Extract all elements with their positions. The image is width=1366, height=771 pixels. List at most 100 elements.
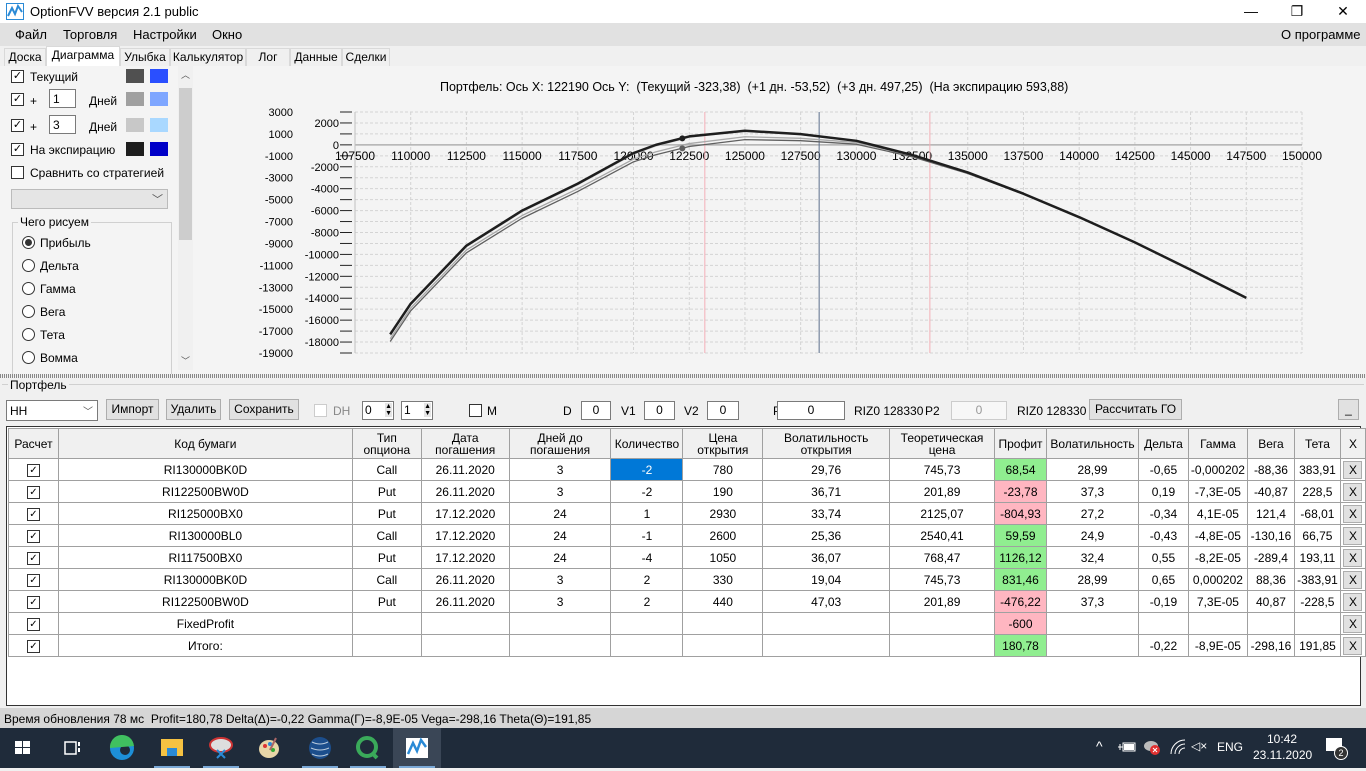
table-cell[interactable]: 40,87	[1246, 590, 1295, 613]
calc-checkbox[interactable]: ✓	[26, 639, 40, 653]
table-row[interactable]: ✓ RI130000BL0 Call 17.12.2020 24 -1 2600 25,36 2…	[8, 524, 1366, 547]
table-cell[interactable]: 17.12.2020	[420, 502, 510, 525]
table-cell[interactable]	[351, 634, 422, 657]
spinner-1[interactable]: 0 ▲ ▼	[362, 401, 394, 420]
spinner-2[interactable]: 1 ▲ ▼	[401, 401, 433, 420]
profit-cell[interactable]: 68,54	[994, 458, 1047, 481]
table-cell[interactable]: 3	[508, 590, 612, 613]
profit-cell[interactable]: 831,46	[994, 568, 1047, 591]
remove-row-cell[interactable]: X	[1339, 612, 1366, 635]
calc-checkbox-cell[interactable]: ✓	[8, 458, 59, 481]
table-row[interactable]: ✓ RI122500BW0D Put 26.11.2020 3 2 440 47,03 201,…	[8, 590, 1366, 613]
d-input[interactable]: 0	[581, 401, 611, 420]
table-cell[interactable]: FixedProfit	[57, 612, 353, 635]
table-cell[interactable]: 24	[508, 524, 612, 547]
table-cell[interactable]: 2540,41	[889, 524, 995, 547]
calc-checkbox[interactable]: ✓	[26, 507, 40, 521]
table-cell[interactable]: -0,34	[1137, 502, 1189, 525]
remove-row-cell[interactable]: X	[1339, 480, 1366, 503]
table-cell[interactable]: 33,74	[762, 502, 891, 525]
table-cell[interactable]: -1	[610, 524, 684, 547]
table-cell[interactable]	[889, 612, 995, 635]
table-cell[interactable]: 24	[508, 502, 612, 525]
table-cell[interactable]: -8,2E-05	[1187, 546, 1248, 569]
remove-row-cell[interactable]: X	[1339, 524, 1366, 547]
clock-time[interactable]: 10:42	[1267, 732, 1297, 746]
table-cell[interactable]: 3	[508, 480, 612, 503]
table-cell[interactable]	[351, 612, 422, 635]
table-cell[interactable]: 47,03	[762, 590, 891, 613]
table-cell[interactable]: 2	[610, 590, 684, 613]
table-cell[interactable]: 2	[610, 568, 684, 591]
table-cell[interactable]	[762, 634, 891, 657]
p1-input[interactable]: 0	[777, 401, 845, 420]
table-cell[interactable]: -4,8E-05	[1187, 524, 1248, 547]
table-row[interactable]: ✓ Итого: 180,78 -0,22 -8,9E-05 -298,16 191,85 X	[8, 634, 1366, 657]
remove-row-cell[interactable]: X	[1339, 458, 1366, 481]
table-cell[interactable]: 745,73	[889, 568, 995, 591]
table-cell[interactable]	[1246, 612, 1295, 635]
calc-checkbox-cell[interactable]: ✓	[8, 590, 59, 613]
table-cell[interactable]: Итого:	[57, 634, 353, 657]
calc-checkbox-cell[interactable]: ✓	[8, 524, 59, 547]
remove-row-cell[interactable]: X	[1339, 568, 1366, 591]
table-cell[interactable]: -68,01	[1293, 502, 1341, 525]
table-row[interactable]: ✓ RI117500BX0 Put 17.12.2020 24 -4 1050 36,07 76…	[8, 546, 1366, 569]
table-cell[interactable]: 88,36	[1246, 568, 1295, 591]
table-cell[interactable]: 66,75	[1293, 524, 1341, 547]
table-cell[interactable]: 25,36	[762, 524, 891, 547]
table-cell[interactable]: -40,87	[1246, 480, 1295, 503]
remove-row-cell[interactable]: X	[1339, 634, 1366, 657]
remove-row-button[interactable]: X	[1343, 460, 1363, 479]
profit-chart[interactable]: 107500 110000 112500 115000 117500 120000 1225…	[0, 0, 1366, 374]
table-cell[interactable]	[889, 634, 995, 657]
table-cell[interactable]: 0,55	[1137, 546, 1189, 569]
snipping-tool-icon[interactable]	[197, 728, 245, 768]
calc-checkbox-cell[interactable]: ✓	[8, 480, 59, 503]
table-cell[interactable]: -2	[610, 480, 684, 503]
table-cell[interactable]: 3	[508, 568, 612, 591]
remove-row-cell[interactable]: X	[1339, 502, 1366, 525]
table-cell[interactable]: -0,65	[1137, 458, 1189, 481]
browser-icon[interactable]	[296, 728, 344, 768]
splitter[interactable]	[0, 374, 1366, 378]
table-cell[interactable]: 24,9	[1045, 524, 1139, 547]
table-cell[interactable]: 383,91	[1293, 458, 1341, 481]
table-cell[interactable]: -88,36	[1246, 458, 1295, 481]
table-cell[interactable]: 1050	[682, 546, 764, 569]
table-cell[interactable]: RI125000BX0	[57, 502, 353, 525]
table-cell[interactable]: 190	[682, 480, 764, 503]
table-cell[interactable]: 28,99	[1045, 458, 1139, 481]
table-row[interactable]: ✓ RI122500BW0D Put 26.11.2020 3 -2 190 36,71 201…	[8, 480, 1366, 503]
battery-icon[interactable]	[1118, 740, 1136, 754]
table-cell[interactable]: -2	[610, 458, 684, 481]
qlik-icon[interactable]	[344, 728, 392, 768]
table-cell[interactable]: -0,43	[1137, 524, 1189, 547]
table-cell[interactable]: 36,71	[762, 480, 891, 503]
table-cell[interactable]: -8,9E-05	[1187, 634, 1248, 657]
start-icon[interactable]	[0, 728, 48, 768]
column-header[interactable]: Тип опциона	[351, 428, 422, 459]
table-cell[interactable]: -0,22	[1137, 634, 1189, 657]
save-button[interactable]: Сохранить	[229, 399, 299, 420]
table-cell[interactable]	[1045, 612, 1139, 635]
remove-row-cell[interactable]: X	[1339, 590, 1366, 613]
table-cell[interactable]: 37,3	[1045, 480, 1139, 503]
table-cell[interactable]: -298,16	[1246, 634, 1295, 657]
onedrive-error-icon[interactable]	[1143, 738, 1161, 756]
table-cell[interactable]: 440	[682, 590, 764, 613]
column-header[interactable]: Вега	[1246, 428, 1295, 459]
table-cell[interactable]: 228,5	[1293, 480, 1341, 503]
table-cell[interactable]: RI130000BK0D	[57, 458, 353, 481]
table-cell[interactable]	[508, 634, 612, 657]
remove-row-button[interactable]: X	[1343, 592, 1363, 611]
delete-button[interactable]: Удалить	[166, 399, 221, 420]
table-cell[interactable]: 201,89	[889, 590, 995, 613]
table-cell[interactable]: 28,99	[1045, 568, 1139, 591]
table-cell[interactable]: 2930	[682, 502, 764, 525]
column-header[interactable]: Профит	[994, 428, 1047, 459]
table-cell[interactable]: 0,000202	[1187, 568, 1248, 591]
table-cell[interactable]: 17.12.2020	[420, 546, 510, 569]
table-cell[interactable]	[1137, 612, 1189, 635]
volume-muted-icon[interactable]: ◁×	[1191, 739, 1207, 753]
